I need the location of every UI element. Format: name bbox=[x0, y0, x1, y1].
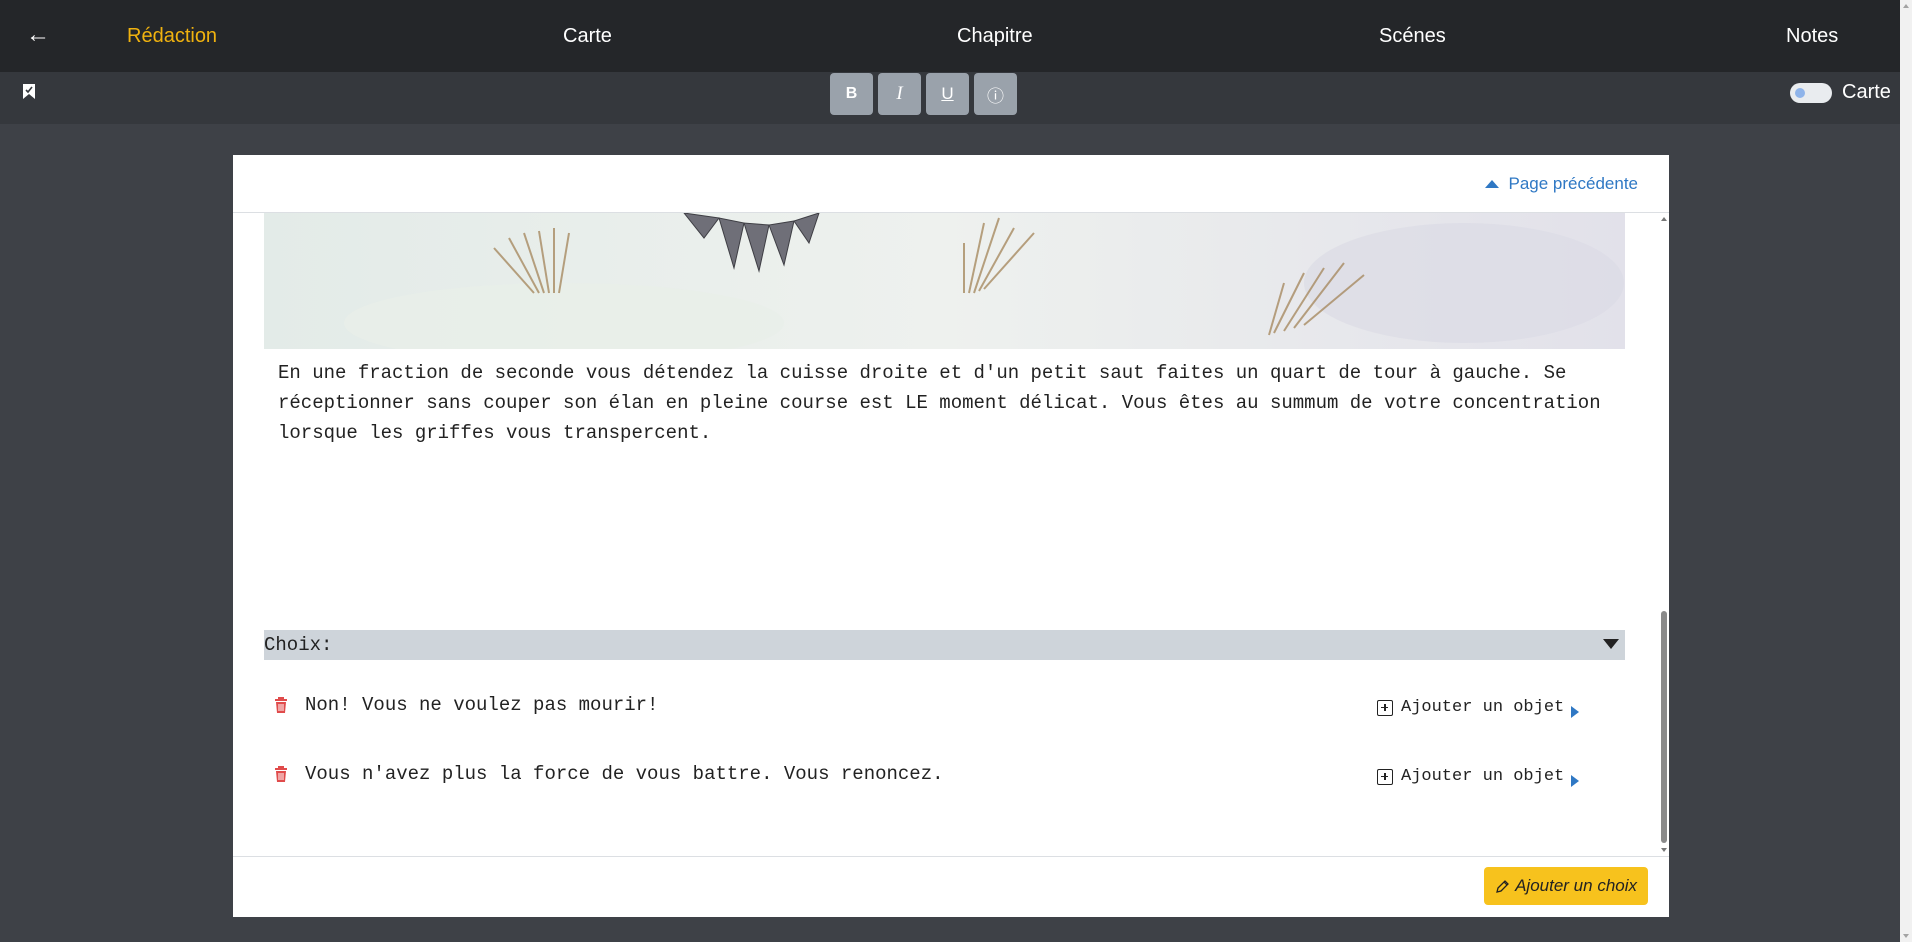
bold-button[interactable]: B bbox=[830, 73, 873, 115]
italic-button[interactable]: I bbox=[878, 73, 921, 115]
pencil-icon bbox=[1496, 879, 1510, 893]
add-object-button[interactable]: Ajouter un objet bbox=[1377, 767, 1564, 786]
nav-item-chapitre[interactable]: Chapitre bbox=[957, 25, 1033, 48]
scroll-up-icon[interactable] bbox=[1661, 217, 1667, 221]
window-scroll-up-icon[interactable] bbox=[1903, 4, 1909, 8]
card-header: Page précédente bbox=[233, 155, 1669, 213]
editor-body[interactable]: En une fraction de seconde vous détendez… bbox=[233, 213, 1669, 856]
caret-up-icon bbox=[1484, 180, 1499, 188]
top-navbar: ← Rédaction Carte Chapitre Scénes Notes bbox=[0, 0, 1900, 72]
collapse-caret-icon[interactable] bbox=[1603, 639, 1619, 649]
window-scrollbar[interactable] bbox=[1900, 0, 1912, 942]
carte-toggle[interactable] bbox=[1790, 83, 1832, 103]
nav-item-redaction[interactable]: Rédaction bbox=[127, 25, 217, 48]
window-scroll-down-icon[interactable] bbox=[1903, 934, 1909, 938]
story-text[interactable]: En une fraction de seconde vous détendez… bbox=[278, 358, 1623, 448]
choices-header-label: Choix: bbox=[264, 634, 333, 656]
plus-square-icon bbox=[1377, 768, 1393, 785]
carte-toggle-label: Carte bbox=[1842, 81, 1891, 103]
plus-square-icon bbox=[1377, 699, 1393, 716]
nav-item-notes[interactable]: Notes bbox=[1786, 25, 1838, 48]
choice-text[interactable]: Non! Vous ne voulez pas mourir! bbox=[305, 694, 658, 716]
bookmark-icon[interactable] bbox=[22, 83, 36, 100]
card-footer: Ajouter un choix bbox=[233, 856, 1669, 917]
add-choice-button[interactable]: Ajouter un choix bbox=[1484, 867, 1648, 905]
back-arrow-icon[interactable]: ← bbox=[26, 22, 50, 48]
scroll-down-icon[interactable] bbox=[1661, 848, 1667, 852]
choice-item: Non! Vous ne voulez pas mourir! Ajouter … bbox=[273, 692, 1625, 722]
choice-item: Vous n'avez plus la force de vous battre… bbox=[273, 761, 1625, 791]
previous-page-label: Page précédente bbox=[1508, 174, 1639, 193]
choices-header[interactable]: Choix: bbox=[264, 630, 1625, 660]
add-object-button[interactable]: Ajouter un objet bbox=[1377, 698, 1564, 717]
add-object-label: Ajouter un objet bbox=[1401, 767, 1565, 786]
toggle-knob bbox=[1795, 88, 1805, 98]
choice-text[interactable]: Vous n'avez plus la force de vous battre… bbox=[305, 763, 944, 785]
scrollbar-thumb[interactable] bbox=[1661, 611, 1667, 843]
format-button-group: B I U ⓘ bbox=[830, 73, 1017, 115]
expand-choice-icon[interactable] bbox=[1571, 775, 1579, 787]
underline-button[interactable]: U bbox=[926, 73, 969, 115]
nav-item-carte[interactable]: Carte bbox=[563, 25, 612, 48]
add-choice-label: Ajouter un choix bbox=[1515, 876, 1637, 895]
editor-scrollbar[interactable] bbox=[1658, 213, 1669, 856]
previous-page-link[interactable]: Page précédente bbox=[1484, 174, 1639, 194]
editor-card: Page précédente En une fraction de secon… bbox=[233, 155, 1669, 917]
chapter-illustration bbox=[264, 213, 1625, 349]
trash-icon[interactable] bbox=[273, 696, 289, 714]
trash-icon[interactable] bbox=[273, 765, 289, 783]
expand-choice-icon[interactable] bbox=[1571, 706, 1579, 718]
nav-item-scenes[interactable]: Scénes bbox=[1379, 25, 1446, 48]
add-object-label: Ajouter un objet bbox=[1401, 698, 1565, 717]
info-button[interactable]: ⓘ bbox=[974, 73, 1017, 115]
